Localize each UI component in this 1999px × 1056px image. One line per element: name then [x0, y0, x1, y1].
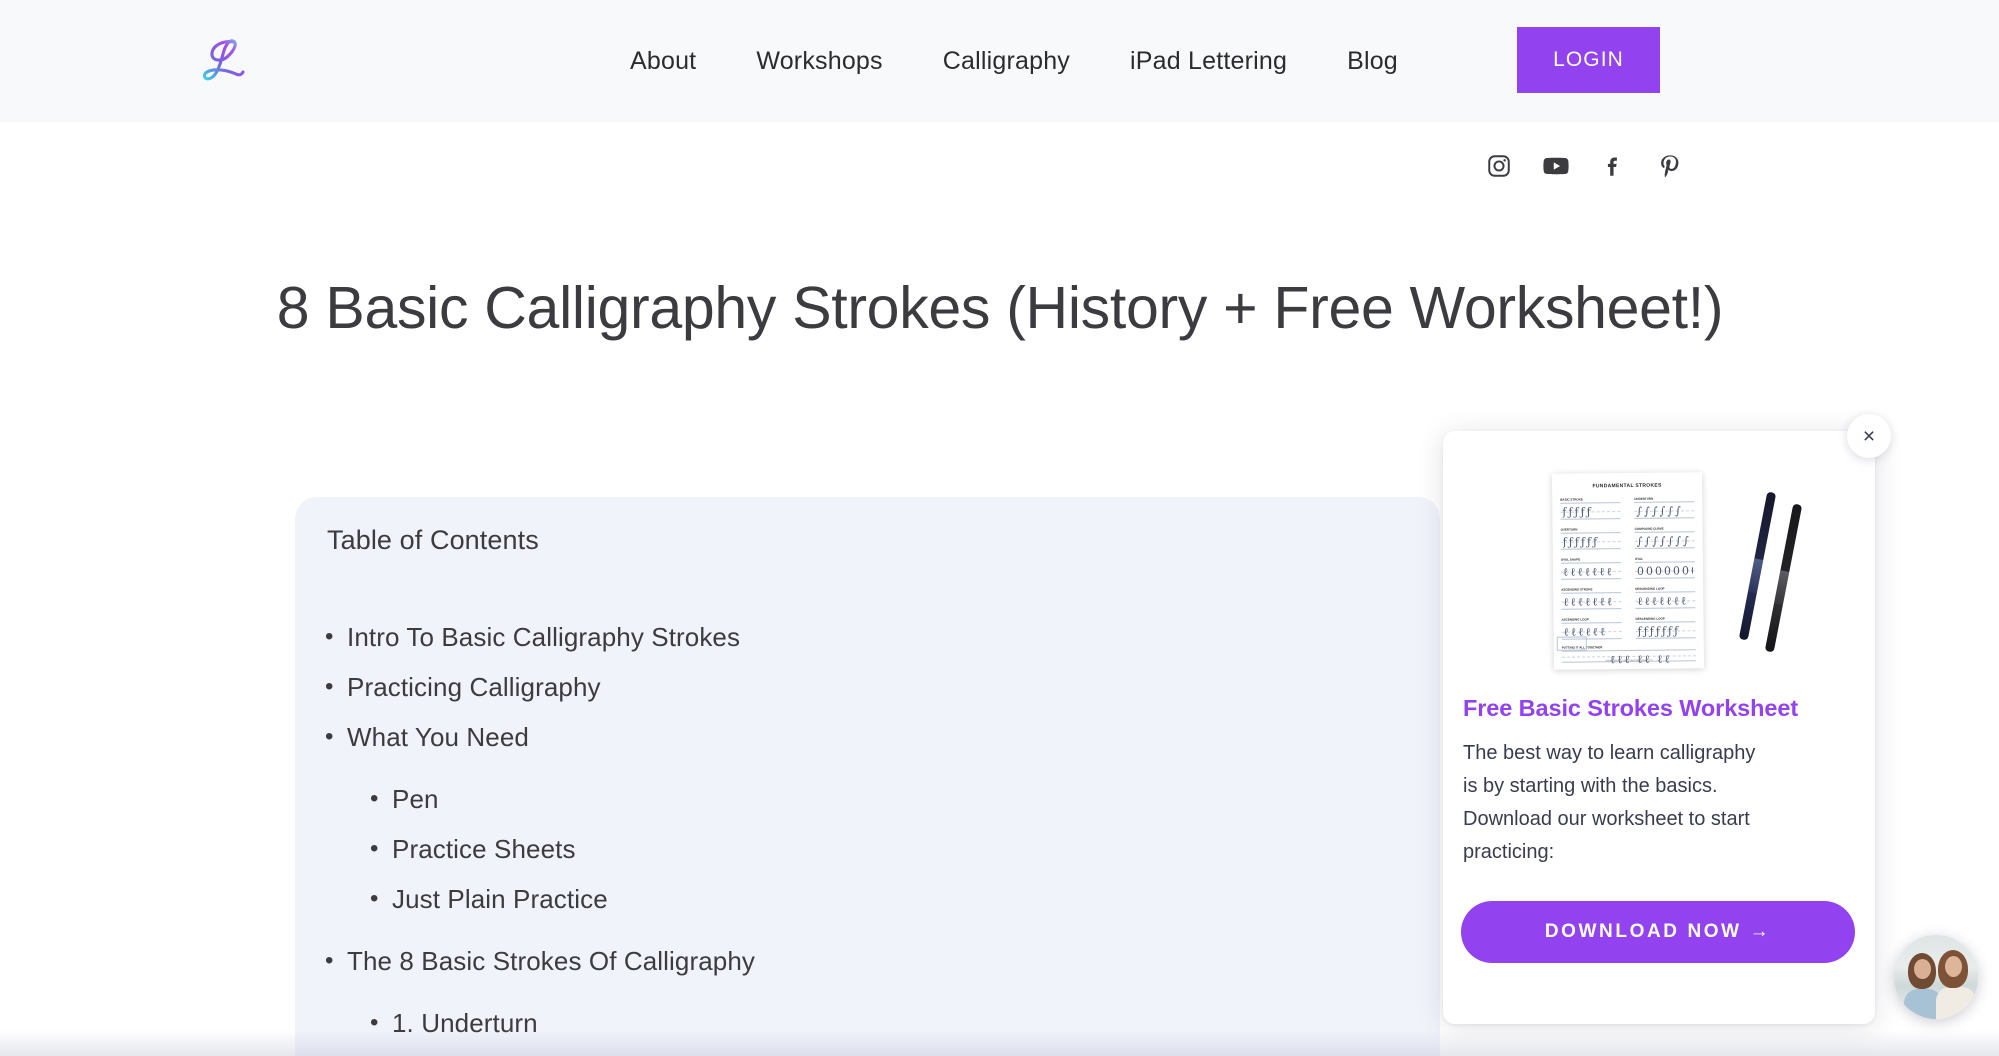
toc-item-label: Pen [392, 784, 439, 814]
bullet-icon: • [370, 835, 379, 862]
toc-spacer [325, 986, 1416, 998]
nav-item-blog[interactable]: Blog [1317, 47, 1428, 76]
bullet-icon: • [325, 723, 334, 750]
page-title: 8 Basic Calligraphy Strokes (History + F… [276, 275, 1724, 341]
toc-item-label: Practicing Calligraphy [347, 672, 601, 702]
nav-item-about[interactable]: About [600, 47, 726, 76]
ws-label: DESCENDING LOOP [1635, 616, 1665, 621]
avatar-body-right [1936, 987, 1976, 1019]
facebook-icon[interactable] [1599, 152, 1627, 180]
instagram-icon[interactable] [1485, 152, 1513, 180]
avatar-photo [1894, 935, 1978, 1019]
avatar-face-right [1945, 956, 1962, 977]
ws-label: OVAL [1634, 556, 1644, 561]
table-of-contents-panel: Table of Contents • Intro To Basic Calli… [295, 497, 1440, 1056]
pinterest-icon[interactable] [1656, 152, 1684, 180]
ws-label: ASCENDING STROKE [1561, 587, 1593, 592]
toc-item-underturn[interactable]: • 1. Underturn [325, 998, 1416, 1048]
ws-strokes: ƒƒƒƒƒƒ [1562, 535, 1600, 549]
worksheet-and-pens-image: FUNDAMENTAL STROKES BASIC STROKE ƒƒƒƒƒ UN… [1443, 453, 1875, 688]
ws-label: ASCENDING LOOP [1561, 617, 1589, 622]
toc-item-label: Intro To Basic Calligraphy Strokes [347, 622, 741, 652]
toc-item-what-you-need[interactable]: • What You Need [325, 712, 1416, 762]
avatar-face-left [1914, 959, 1931, 979]
lead-capture-popup: FUNDAMENTAL STROKES BASIC STROKE ƒƒƒƒƒ UN… [1443, 431, 1875, 1024]
ws-strokes: ℓℓℓℓℓℓℓ [1562, 565, 1614, 579]
page-root: About Workshops Calligraphy iPad Letteri… [0, 0, 1999, 1056]
bullet-icon: • [370, 785, 379, 812]
popup-body-text: The best way to learn calligraphy is by … [1463, 742, 1756, 863]
script-l-logo-icon [202, 39, 245, 81]
ws-strokes: ℓℓℓℓℓℓℓ [1637, 594, 1689, 608]
popup-close-icon[interactable]: × [1847, 414, 1891, 458]
ws-strokes: ℓℓℓℓℓℓℓ [1563, 595, 1615, 609]
toc-item-label: 1. Underturn [392, 1008, 538, 1038]
toc-heading: Table of Contents [327, 525, 539, 555]
nav-item-calligraphy[interactable]: Calligraphy [913, 47, 1100, 76]
nav-item-workshops[interactable]: Workshops [726, 47, 912, 76]
toc-item-practicing[interactable]: • Practicing Calligraphy [325, 662, 1416, 712]
toc-item-pen[interactable]: • Pen [325, 774, 1416, 824]
bullet-icon: • [325, 947, 334, 974]
youtube-icon[interactable] [1542, 152, 1570, 180]
worksheet-title: FUNDAMENTAL STROKES [1592, 482, 1662, 490]
ws-strokes: 0000000 [1636, 564, 1694, 578]
toc-item-intro[interactable]: • Intro To Basic Calligraphy Strokes [325, 612, 1416, 662]
chat-avatar-two-women[interactable] [1894, 935, 1978, 1019]
toc-item-label: Just Plain Practice [392, 884, 608, 914]
popup-title: Free Basic Strokes Worksheet [1463, 695, 1799, 721]
toc-item-8-basic-strokes[interactable]: • The 8 Basic Strokes Of Calligraphy [325, 936, 1416, 986]
ws-label: OVAL SHAPE [1560, 557, 1581, 562]
ws-label: DESCENDING LOOP [1635, 586, 1665, 591]
worksheet-preview: FUNDAMENTAL STROKES BASIC STROKE ƒƒƒƒƒ UN… [1551, 472, 1705, 670]
ws-label: UNDERTURN [1634, 496, 1654, 501]
site-logo[interactable] [185, 22, 265, 100]
bullet-icon: • [370, 1009, 379, 1036]
site-header: About Workshops Calligraphy iPad Letteri… [0, 0, 1999, 122]
ws-label: OVERTURN [1560, 527, 1578, 532]
main-navigation: About Workshops Calligraphy iPad Letteri… [600, 0, 1428, 122]
bullet-icon: • [325, 673, 334, 700]
toc-item-label: The 8 Basic Strokes Of Calligraphy [347, 946, 756, 976]
toc-item-label: Practice Sheets [392, 834, 576, 864]
toc-spacer [325, 762, 1416, 774]
nav-item-ipad-lettering[interactable]: iPad Lettering [1100, 47, 1317, 76]
ws-strokes: ƒƒƒƒƒ [1562, 505, 1593, 519]
toc-item-practice-sheets[interactable]: • Practice Sheets [325, 824, 1416, 874]
ws-strokes: ∫∫∫∫∫∫∫ [1636, 534, 1691, 548]
ws-label: COMPOUND CURVE [1634, 526, 1664, 531]
bullet-icon: • [370, 885, 379, 912]
toc-item-label: What You Need [347, 722, 529, 752]
ws-strokes: ƒƒƒƒƒƒƒ [1637, 624, 1681, 638]
bullet-icon: • [325, 623, 334, 650]
social-links [1485, 152, 1684, 180]
ws-note-box [1556, 636, 1587, 651]
login-button[interactable]: LOGIN [1517, 27, 1660, 93]
ws-strokes: ∫∫∫∫∫∫ [1636, 504, 1683, 518]
toc-list: • Intro To Basic Calligraphy Strokes • P… [325, 612, 1416, 1048]
toc-spacer [325, 924, 1416, 936]
download-now-button[interactable]: DOWNLOAD NOW → [1461, 901, 1855, 963]
toc-item-just-plain-practice[interactable]: • Just Plain Practice [325, 874, 1416, 924]
ws-label: BASIC STROKE [1560, 497, 1583, 502]
black-brush-pen [1764, 503, 1803, 653]
